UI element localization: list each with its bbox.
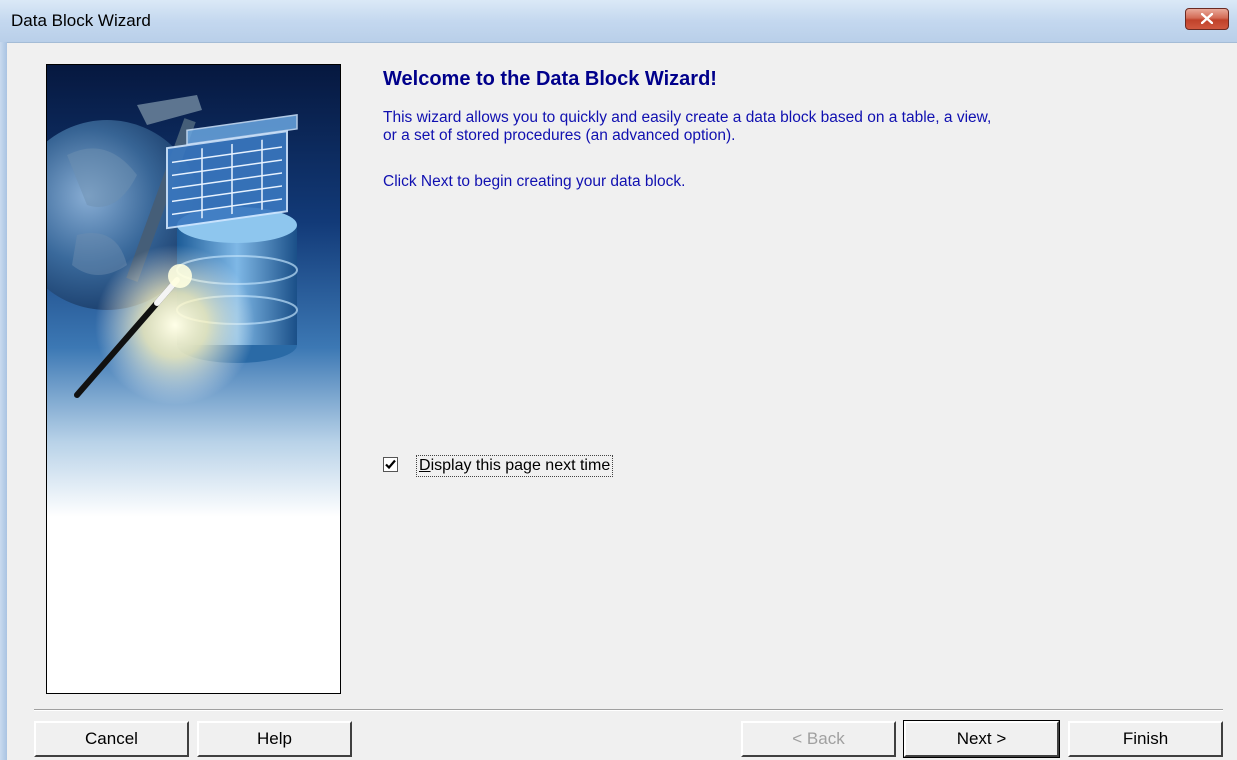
next-button[interactable]: Next > (903, 720, 1060, 758)
wizard-heading: Welcome to the Data Block Wizard! (383, 68, 717, 90)
close-button[interactable] (1185, 8, 1229, 30)
wizard-illustration (46, 64, 341, 694)
display-next-time-label[interactable]: Display this page next time (416, 455, 614, 477)
button-separator (34, 709, 1223, 711)
cancel-button[interactable]: Cancel (34, 721, 189, 757)
finish-button[interactable]: Finish (1068, 721, 1223, 757)
wizard-illustration-art (47, 65, 340, 693)
checkmark-icon (385, 459, 396, 470)
display-next-time-checkbox[interactable] (383, 457, 398, 472)
close-x-icon (1201, 13, 1213, 24)
wizard-description: This wizard allows you to quickly and ea… (383, 109, 1228, 145)
back-button[interactable]: < Back (741, 721, 896, 757)
help-button[interactable]: Help (197, 721, 352, 757)
description-line-2: or a set of stored procedures (an advanc… (383, 127, 736, 144)
title-bar[interactable]: Data Block Wizard (0, 0, 1237, 43)
window-title: Data Block Wizard (11, 11, 151, 30)
label-accelerator: D (419, 457, 431, 474)
window-frame-left (0, 42, 7, 760)
wizard-hint: Click Next to begin creating your data b… (383, 173, 686, 190)
label-rest: isplay this page next time (430, 457, 611, 474)
description-line-1: This wizard allows you to quickly and ea… (383, 109, 992, 126)
wizard-window: Data Block Wizard Welcome to the Data Bl… (0, 0, 1237, 760)
